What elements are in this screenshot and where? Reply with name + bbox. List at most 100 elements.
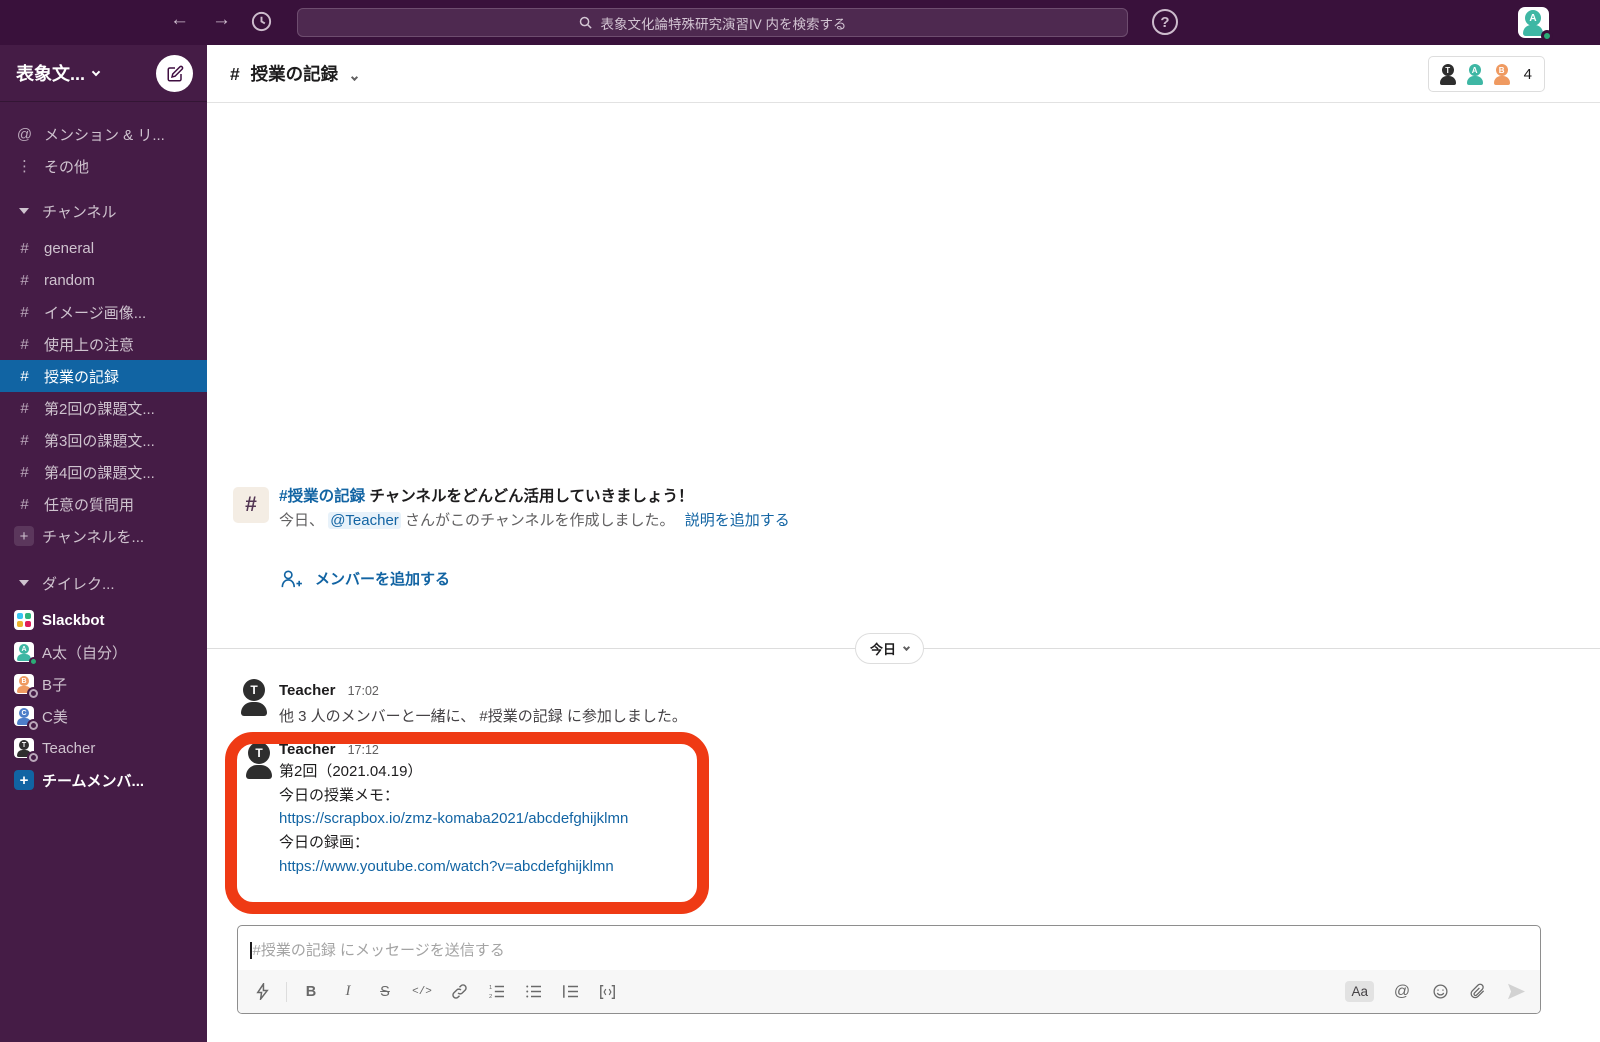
message-timestamp[interactable]: 17:12 — [348, 743, 379, 757]
avatar-body — [241, 702, 267, 716]
sidebar-item-label: その他 — [44, 158, 90, 176]
person-add-icon — [281, 569, 302, 587]
slackbot-avatar — [14, 610, 34, 630]
sidebar-dm-b[interactable]: B B子 — [0, 668, 207, 700]
sidebar-dm-c[interactable]: C C美 — [0, 700, 207, 732]
add-members-label: メンバーを追加する — [315, 571, 451, 588]
sidebar-channel-notes[interactable]: # 使用上の注意 — [0, 328, 207, 360]
hash-icon: # — [20, 303, 29, 321]
message-author[interactable]: Teacher — [279, 682, 335, 699]
blockquote-button[interactable] — [560, 982, 580, 1002]
sidebar-channel-assignment2[interactable]: # 第2回の課題文... — [0, 392, 207, 424]
sidebar-add-channel[interactable]: + チャンネルを... — [0, 520, 207, 552]
attachment-paperclip-button[interactable] — [1468, 982, 1488, 1002]
sidebar-dm-teacher[interactable]: T Teacher — [0, 732, 207, 764]
sidebar-channel-random[interactable]: # random — [0, 264, 207, 296]
hash-icon: # — [20, 399, 29, 417]
input-placeholder: #授業の記録 にメッセージを送信する — [252, 942, 505, 959]
avatar-letter: T — [248, 742, 270, 764]
sidebar-channel-assignment4[interactable]: # 第4回の課題文... — [0, 456, 207, 488]
channel-link[interactable]: #授業の記録 — [279, 488, 365, 505]
sidebar-channel-questions[interactable]: # 任意の質問用 — [0, 488, 207, 520]
strikethrough-button[interactable]: S — [375, 982, 395, 1002]
inline-code-button[interactable]: </> — [412, 982, 432, 1002]
message-avatar-teacher[interactable]: T — [236, 678, 272, 716]
svg-text:1: 1 — [489, 985, 492, 991]
slack-app: ← → 表象文化論特殊研究演習IV 内を検索する ? A 表象文... @ メン… — [0, 0, 1600, 1042]
search-bar[interactable]: 表象文化論特殊研究演習IV 内を検索する — [297, 8, 1128, 37]
bold-button[interactable]: B — [301, 982, 321, 1002]
avatar-letter: T — [19, 740, 29, 750]
channel-members-button[interactable]: T A B 4 — [1427, 56, 1545, 92]
message-input[interactable]: #授業の記録 にメッセージを送信する — [238, 926, 1540, 971]
channel-intro-title: #授業の記録 チャンネルをどんどん活用していきましょう！ — [279, 484, 694, 506]
dm-name: Teacher — [42, 739, 96, 757]
text-cursor — [250, 942, 252, 959]
avatar-body — [1439, 76, 1456, 85]
section-channels[interactable]: チャンネル — [0, 195, 207, 227]
add-description-link[interactable]: 説明を追加する — [685, 512, 790, 529]
hash-icon: # — [20, 495, 29, 513]
scrapbox-link[interactable]: https://scrapbox.io/zmz-komaba2021/abcde… — [279, 807, 628, 831]
avatar-letter: A — [19, 644, 29, 654]
sidebar-channel-general[interactable]: # general — [0, 232, 207, 264]
youtube-link[interactable]: https://www.youtube.com/watch?v=abcdefgh… — [279, 855, 628, 879]
sidebar-channel-image[interactable]: # イメージ画像... — [0, 296, 207, 328]
sidebar-dm-self[interactable]: A A太（自分） — [0, 636, 207, 668]
message-avatar-teacher[interactable]: T — [241, 741, 277, 779]
link-button[interactable] — [449, 982, 469, 1002]
sidebar-nav: @ メンション & リ... ⋮ その他 チャンネル # general # r… — [0, 102, 207, 796]
channel-label: 第4回の課題文... — [44, 464, 155, 482]
message-pane: # #授業の記録 チャンネルをどんどん活用していきましょう！ 今日、 @Teac… — [207, 103, 1600, 1042]
user-avatar[interactable]: A — [1518, 7, 1553, 42]
sidebar-channel-assignment3[interactable]: # 第3回の課題文... — [0, 424, 207, 456]
dots-vertical-icon: ⋮ — [17, 158, 32, 175]
history-forward-button[interactable]: → — [212, 9, 231, 31]
sidebar-item-more[interactable]: ⋮ その他 — [0, 150, 207, 182]
intro-desc-suffix: さんがこのチャンネルを作成しました。 — [404, 512, 675, 529]
channel-label: 第3回の課題文... — [44, 432, 155, 450]
mention-button[interactable]: @ — [1392, 982, 1412, 1002]
send-button[interactable] — [1506, 982, 1526, 1002]
composer-toolbar: B I S </> 1 2 Aa @ — [238, 970, 1540, 1013]
avatar-body — [1466, 76, 1483, 85]
member-count: 4 — [1523, 65, 1532, 83]
emoji-button[interactable] — [1430, 982, 1450, 1002]
channel-name: 授業の記録 — [250, 64, 339, 84]
channel-title-button[interactable]: # 授業の記録 — [230, 61, 359, 86]
sidebar-channel-class-record-selected[interactable]: # 授業の記録 — [0, 360, 207, 392]
channel-label: 授業の記録 — [44, 368, 120, 386]
channel-intro-description: 今日、 @Teacher さんがこのチャンネルを作成しました。 説明を追加する — [279, 509, 790, 530]
ordered-list-button[interactable]: 1 2 — [486, 982, 506, 1002]
avatar-letter: T — [1441, 64, 1454, 76]
workspace-switcher[interactable]: 表象文... — [0, 45, 207, 102]
sidebar-dm-slackbot[interactable]: Slackbot — [0, 604, 207, 636]
intro-desc-prefix: 今日、 — [279, 512, 325, 529]
message-author[interactable]: Teacher — [279, 741, 335, 758]
dm-name: Slackbot — [42, 611, 105, 629]
show-formatting-button[interactable]: Aa — [1345, 981, 1374, 1002]
day-divider-pill[interactable]: 今日 — [855, 633, 925, 664]
code-block-button[interactable] — [597, 982, 617, 1002]
message-line: 今日の録画： — [279, 834, 370, 852]
message-timestamp[interactable]: 17:02 — [348, 684, 379, 698]
italic-button[interactable]: I — [338, 982, 358, 1002]
teacher-mention-link[interactable]: @Teacher — [328, 512, 401, 529]
section-label: ダイレク... — [42, 575, 115, 593]
sidebar-add-teammates[interactable]: + チームメンバ... — [0, 764, 207, 796]
message-header: Teacher 17:12 — [279, 741, 379, 758]
help-question-icon: ? — [1160, 13, 1170, 31]
history-clock-icon[interactable] — [250, 10, 273, 38]
history-back-button[interactable]: ← — [170, 9, 189, 31]
help-button[interactable]: ? — [1152, 9, 1178, 35]
avatar-letter: A — [1525, 10, 1541, 26]
add-members-button[interactable]: メンバーを追加する — [280, 568, 450, 589]
sidebar-item-mentions[interactable]: @ メンション & リ... — [0, 118, 207, 150]
plus-icon: + — [14, 770, 34, 790]
intro-title-rest: チャンネルをどんどん活用していきましょう！ — [365, 488, 694, 505]
bulleted-list-button[interactable] — [523, 982, 543, 1002]
shortcuts-lightning-icon[interactable] — [252, 982, 272, 1002]
compose-button[interactable] — [156, 55, 193, 92]
section-label: チャンネル — [42, 203, 117, 221]
section-direct-messages[interactable]: ダイレク... — [0, 567, 207, 599]
